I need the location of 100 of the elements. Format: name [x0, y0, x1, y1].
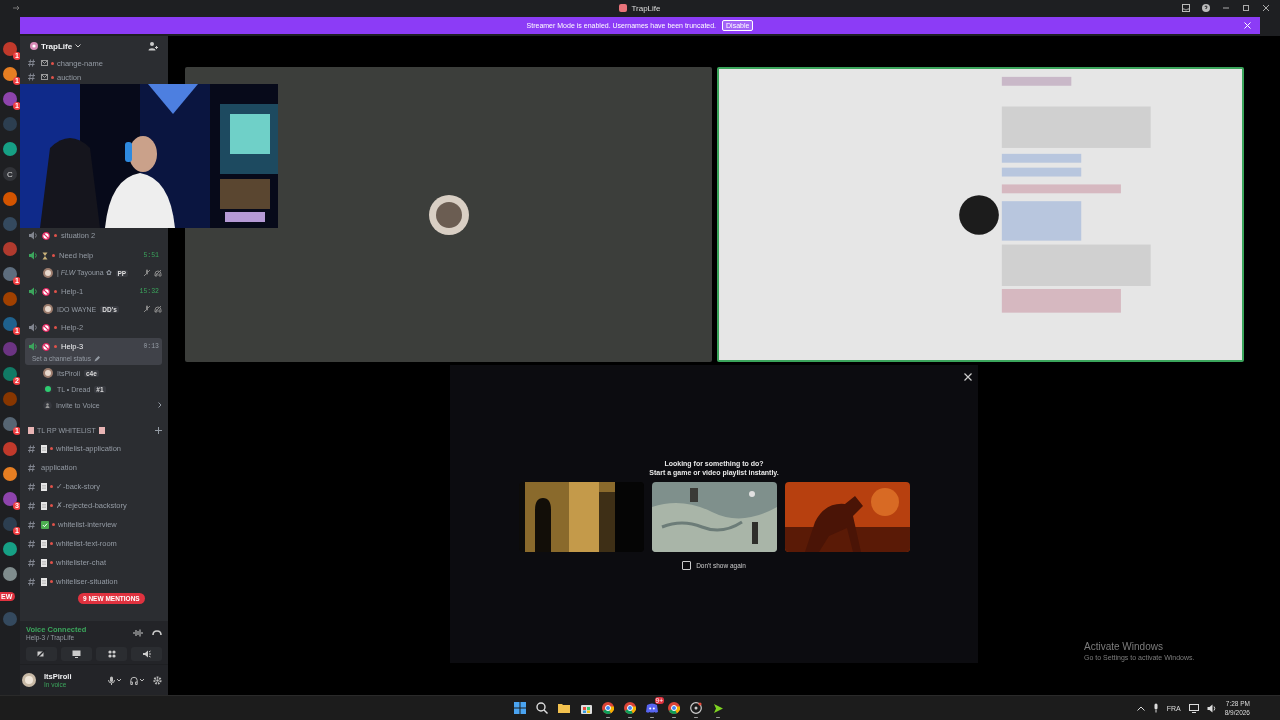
no-entry-icon [42, 231, 50, 240]
settings-icon[interactable] [153, 675, 162, 685]
server-icon[interactable] [3, 292, 17, 306]
document-icon [98, 426, 105, 434]
user-avatar [428, 194, 469, 235]
dot-icon [50, 504, 53, 507]
disconnect-icon[interactable] [152, 630, 162, 636]
hourglass-icon [42, 251, 48, 260]
server-icon[interactable] [3, 567, 17, 581]
document-icon [41, 444, 47, 453]
browser-icon [668, 702, 680, 714]
server-name[interactable]: TrapLife [30, 41, 82, 51]
user-avatar [43, 304, 53, 314]
hash-icon [28, 577, 35, 586]
add-member-icon[interactable] [148, 41, 158, 51]
dot-icon [52, 523, 55, 526]
hash-icon [28, 539, 35, 548]
headset-icon[interactable] [130, 675, 145, 685]
pencil-icon[interactable] [93, 355, 100, 362]
inbox-icon[interactable] [1182, 4, 1190, 12]
microphone-icon[interactable] [1152, 703, 1159, 713]
help-icon[interactable] [1202, 4, 1210, 12]
minimize-icon[interactable] [1222, 4, 1230, 12]
document-icon [28, 426, 34, 434]
flower-icon [30, 42, 38, 50]
hash-icon [28, 463, 35, 472]
hash-icon [28, 444, 35, 453]
soundboard-button[interactable] [131, 647, 162, 661]
screen-share-button[interactable] [61, 647, 92, 661]
server-icon[interactable] [3, 542, 17, 556]
network-icon[interactable] [1188, 703, 1199, 713]
envelope-icon [41, 74, 48, 80]
server-icon[interactable] [3, 442, 17, 456]
document-icon [41, 501, 47, 510]
document-icon [41, 577, 47, 586]
dot-icon [54, 326, 57, 329]
server-icon[interactable] [3, 242, 17, 256]
hash-icon [28, 558, 35, 567]
microphone-icon[interactable] [108, 675, 122, 685]
chevron-icon [75, 44, 82, 48]
no-entry-icon [42, 323, 50, 332]
server-icon[interactable] [3, 192, 17, 206]
window-title: TrapLife [631, 3, 661, 13]
folder-icon [558, 703, 570, 713]
checkmark-icon [41, 520, 49, 529]
close-icon[interactable] [1262, 4, 1270, 12]
dot-icon [52, 254, 55, 257]
server-icon [619, 4, 628, 12]
chevron-up-icon[interactable] [1136, 705, 1145, 711]
dot-icon [50, 580, 53, 583]
user-avatar[interactable] [22, 673, 36, 687]
checkbox[interactable] [682, 561, 692, 570]
invite-icon [43, 400, 52, 410]
plus-icon[interactable] [155, 426, 162, 434]
four-dots-icon [107, 650, 116, 658]
browser-icon [624, 702, 636, 714]
speaker-icon [142, 650, 151, 658]
camera-off-icon [37, 650, 46, 658]
windows-logo-icon [514, 702, 526, 714]
dot-icon [51, 75, 54, 79]
hash-icon [28, 520, 35, 529]
document-icon [41, 539, 47, 548]
video-tile[interactable] [185, 67, 712, 362]
monitor-icon [72, 650, 81, 658]
dot-icon [54, 345, 57, 348]
waveform-icon[interactable] [133, 629, 143, 637]
activities-button[interactable] [96, 647, 127, 661]
server-icon[interactable] [3, 467, 17, 481]
dot-icon [50, 447, 53, 450]
camera-off-button[interactable] [26, 647, 57, 661]
document-icon [41, 482, 47, 491]
volume-icon[interactable] [1206, 703, 1217, 713]
document-icon [41, 558, 47, 567]
dot-icon [50, 542, 53, 545]
activation-title: Activate Windows [1084, 641, 1164, 652]
chat-app-icon [646, 703, 658, 713]
no-entry-icon [42, 287, 50, 296]
chevron-right-icon [158, 402, 162, 408]
user-avatar [43, 268, 53, 278]
envelope-icon [41, 60, 48, 66]
no-entry-icon [42, 342, 50, 351]
browser-icon [602, 702, 614, 714]
shopping-bag-icon [580, 702, 592, 714]
hash-icon [28, 59, 35, 67]
deafened-icon [154, 269, 162, 277]
maximize-icon[interactable] [1242, 4, 1250, 12]
hash-icon [28, 501, 35, 510]
dot-icon [50, 561, 53, 564]
dot-icon [51, 61, 54, 65]
back-arrow-icon[interactable] [12, 5, 20, 11]
server-icon[interactable] [3, 142, 17, 156]
deafened-icon [154, 305, 162, 313]
close-icon[interactable] [964, 373, 972, 381]
hash-icon [28, 73, 35, 81]
server-icon[interactable]: C [3, 167, 17, 181]
disc-icon [690, 702, 702, 714]
dot-icon [54, 290, 57, 293]
play-arrow-icon [712, 702, 724, 714]
hash-icon [28, 482, 35, 491]
dot-icon [54, 234, 57, 237]
